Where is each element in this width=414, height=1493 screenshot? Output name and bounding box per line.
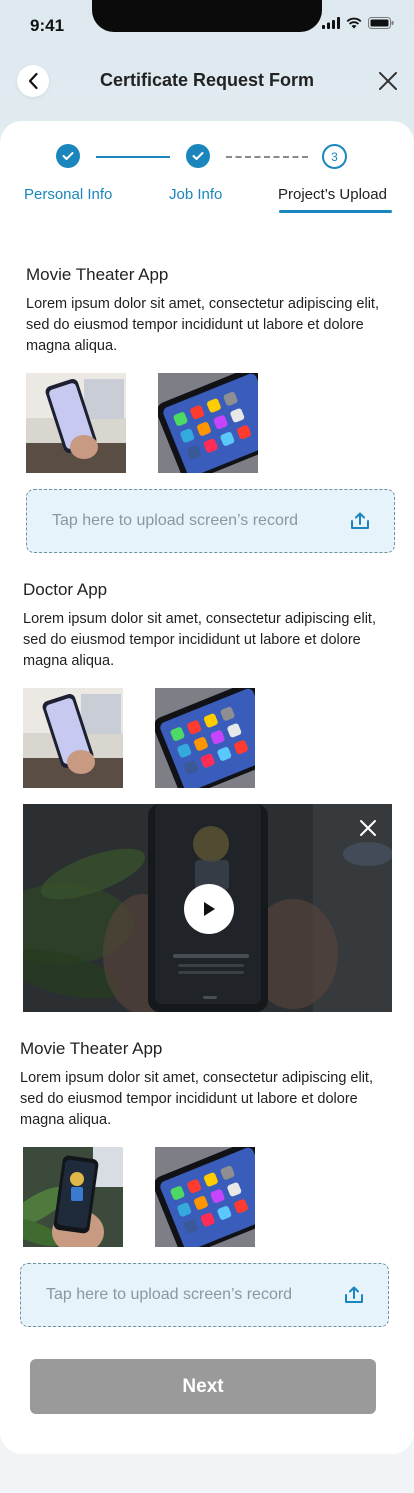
project-description: Lorem ipsum dolor sit amet, consectetur …	[26, 296, 379, 354]
close-button[interactable]	[377, 70, 399, 92]
step-connector-pending	[226, 156, 308, 158]
step-2-complete[interactable]	[186, 144, 210, 168]
notch	[92, 0, 322, 32]
check-icon	[192, 152, 204, 160]
upload-record-button[interactable]: Tap here to upload screen’s record	[20, 1263, 389, 1327]
project-title: Movie Theater App	[26, 265, 169, 284]
tab-personal-info[interactable]: Personal Info	[24, 186, 112, 203]
project-screenshot[interactable]	[23, 1147, 123, 1247]
remove-video-button[interactable]	[358, 818, 378, 838]
upload-record-button[interactable]: Tap here to upload screen’s record	[26, 489, 395, 553]
step-1-complete[interactable]	[56, 144, 80, 168]
upload-label: Tap here to upload screen’s record	[52, 512, 299, 529]
upload-label: Tap here to upload screen’s record	[46, 1286, 293, 1303]
next-button[interactable]: Next	[30, 1359, 376, 1414]
upload-icon	[351, 512, 369, 529]
step-3-current[interactable]: 3	[322, 144, 347, 169]
project-screenshot[interactable]	[158, 373, 258, 473]
signal-icon	[322, 17, 340, 29]
header: Certificate Request Form	[0, 60, 414, 104]
close-icon	[360, 820, 376, 836]
play-button[interactable]	[184, 884, 234, 934]
project-screenshot[interactable]	[26, 373, 126, 473]
project-title: Doctor App	[23, 580, 108, 599]
step-connector	[96, 156, 170, 158]
wifi-icon	[346, 17, 362, 29]
project-screenshot[interactable]	[155, 688, 255, 788]
upload-icon	[345, 1286, 363, 1303]
close-icon	[379, 72, 397, 90]
project-screenshot[interactable]	[155, 1147, 255, 1247]
tab-job-info[interactable]: Job Info	[169, 186, 222, 203]
project-screenshot[interactable]	[23, 688, 123, 788]
play-icon	[204, 902, 215, 916]
check-icon	[62, 152, 74, 160]
status-bar: 9:41	[0, 0, 414, 48]
project-description: Lorem ipsum dolor sit amet, consectetur …	[20, 1070, 373, 1128]
tab-projects-upload[interactable]: Project’s Upload	[278, 186, 387, 203]
status-icons	[322, 17, 394, 29]
video-preview[interactable]	[23, 804, 392, 1012]
project-title: Movie Theater App	[20, 1039, 163, 1058]
status-time: 9:41	[30, 16, 65, 35]
stepper: 3	[0, 144, 414, 170]
active-tab-indicator	[279, 210, 392, 213]
project-description: Lorem ipsum dolor sit amet, consectetur …	[23, 611, 376, 669]
tabs: Personal Info Job Info Project’s Upload	[0, 186, 414, 216]
page-title: Certificate Request Form	[99, 70, 315, 90]
battery-icon	[368, 17, 394, 29]
